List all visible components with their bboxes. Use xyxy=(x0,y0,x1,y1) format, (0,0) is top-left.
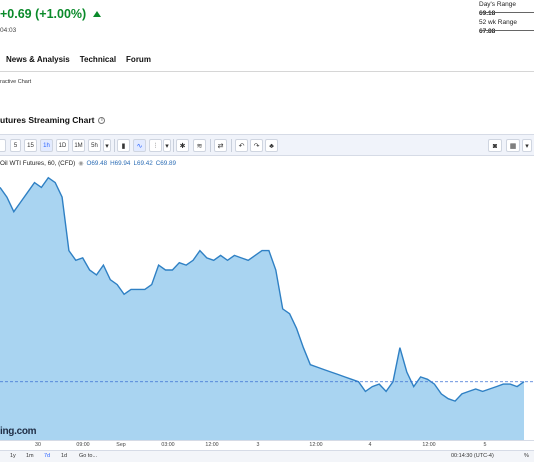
days-range-label: Day's Range xyxy=(479,1,517,8)
nav-forum[interactable]: Forum xyxy=(126,55,151,67)
layout-dropdown-icon[interactable]: ▾ xyxy=(522,139,532,152)
interval-button[interactable]: 5h xyxy=(88,139,101,152)
interactive-chart-link[interactable]: ractive Chart xyxy=(0,79,31,85)
percent-toggle[interactable]: % xyxy=(524,453,529,459)
watermark-text: ing.com xyxy=(0,426,37,437)
days-range: Day's Range 69.18 xyxy=(479,1,516,17)
x-tick-label: 12:00 xyxy=(205,442,219,448)
undo-icon[interactable]: ↶ xyxy=(235,139,248,152)
week52-range-label: 52 wk Range xyxy=(479,19,517,26)
interval-button[interactable]: 15 xyxy=(24,139,37,152)
chart-legend: Oil WTI Futures, 60, (CFD) ◉ O69.48 H69.… xyxy=(0,158,176,168)
x-tick-label: 3 xyxy=(256,442,260,448)
price-chart[interactable] xyxy=(0,168,534,440)
legend-open: O69.48 xyxy=(86,159,108,167)
studies-icon[interactable]: ≋ xyxy=(193,139,206,152)
nav-divider xyxy=(0,71,534,72)
drawing-tools-icon[interactable]: ♣ xyxy=(265,139,278,152)
legend-symbol: Oil WTI Futures, 60, (CFD) xyxy=(0,159,76,167)
nav-technical[interactable]: Technical xyxy=(80,55,116,67)
chart-title: utures Streaming Chart i xyxy=(0,115,106,125)
x-axis: 30 09:00 Sep 03:00 12:00 3 12:00 4 12:00… xyxy=(0,440,534,450)
interval-button-active[interactable]: 1h xyxy=(40,139,53,152)
interval-button[interactable]: 1M xyxy=(72,139,85,152)
x-tick-label: 12:00 xyxy=(422,442,436,448)
x-tick-label: 4 xyxy=(368,442,372,448)
up-arrow-icon xyxy=(93,11,102,17)
range-button-active[interactable]: 7d xyxy=(44,453,50,459)
x-tick-label: Sep xyxy=(116,442,126,448)
range-bar: 1y 1m 7d 1d Go to... 00:14:30 (UTC-4) % xyxy=(0,450,534,462)
week52-range: 52 wk Range 67.88 xyxy=(479,19,517,35)
price-change-row: +0.69 (+1.00%) xyxy=(0,7,102,21)
interval-button[interactable]: 1D xyxy=(56,139,69,152)
week52-range-bar xyxy=(479,30,534,31)
interval-dropdown-icon[interactable]: ▾ xyxy=(103,139,111,152)
chart-toolbar: 5 15 1h 1D 1M 5h ▾ ▮ ∿ ⫶ ▾ ✱ ≋ ⇄ ↶ ↷ ♣ ◙… xyxy=(0,134,534,156)
toolbar-separator xyxy=(173,139,174,152)
toolbar-separator xyxy=(114,139,115,152)
x-tick-label: 30 xyxy=(35,442,41,448)
x-tick-label: 5 xyxy=(483,442,487,448)
price-change: +0.69 (+1.00%) xyxy=(0,7,87,21)
menu-button[interactable] xyxy=(0,139,6,152)
chart-clock: 00:14:30 (UTC-4) xyxy=(451,453,494,459)
interval-button[interactable]: 5 xyxy=(10,139,21,152)
range-button[interactable]: 1y xyxy=(10,453,16,459)
camera-icon[interactable]: ◙ xyxy=(488,139,502,152)
days-range-bar xyxy=(479,12,534,13)
compare-icon[interactable]: ⇄ xyxy=(214,139,227,152)
legend-close: C69.89 xyxy=(155,159,177,167)
x-tick-label: 12:00 xyxy=(309,442,323,448)
legend-high: H69.94 xyxy=(110,159,131,167)
go-to-button[interactable]: Go to... xyxy=(79,453,97,459)
eye-icon[interactable]: ◉ xyxy=(78,160,83,167)
gear-icon[interactable]: ✱ xyxy=(176,139,189,152)
area-chart-icon[interactable]: ∿ xyxy=(133,139,146,152)
layout-icon[interactable]: ▦ xyxy=(506,139,520,152)
info-icon[interactable]: i xyxy=(98,116,106,124)
chart-title-text: utures Streaming Chart xyxy=(0,115,95,125)
x-tick-label: 09:00 xyxy=(76,442,90,448)
price-area xyxy=(0,177,524,440)
range-button[interactable]: 1m xyxy=(26,453,34,459)
nav-news-analysis[interactable]: News & Analysis xyxy=(6,55,70,67)
chart-type-dropdown-icon[interactable]: ▾ xyxy=(163,139,171,152)
candles-icon[interactable]: ▮ xyxy=(117,139,130,152)
toolbar-separator xyxy=(210,139,211,152)
indicators-icon[interactable]: ⫶ xyxy=(149,139,162,152)
section-nav: News & Analysis Technical Forum xyxy=(0,55,151,67)
range-button[interactable]: 1d xyxy=(61,453,67,459)
last-update-time: 04:03 xyxy=(0,27,17,34)
legend-low: L69.42 xyxy=(133,159,153,167)
x-tick-label: 03:00 xyxy=(161,442,175,448)
redo-icon[interactable]: ↷ xyxy=(250,139,263,152)
toolbar-separator xyxy=(231,139,232,152)
